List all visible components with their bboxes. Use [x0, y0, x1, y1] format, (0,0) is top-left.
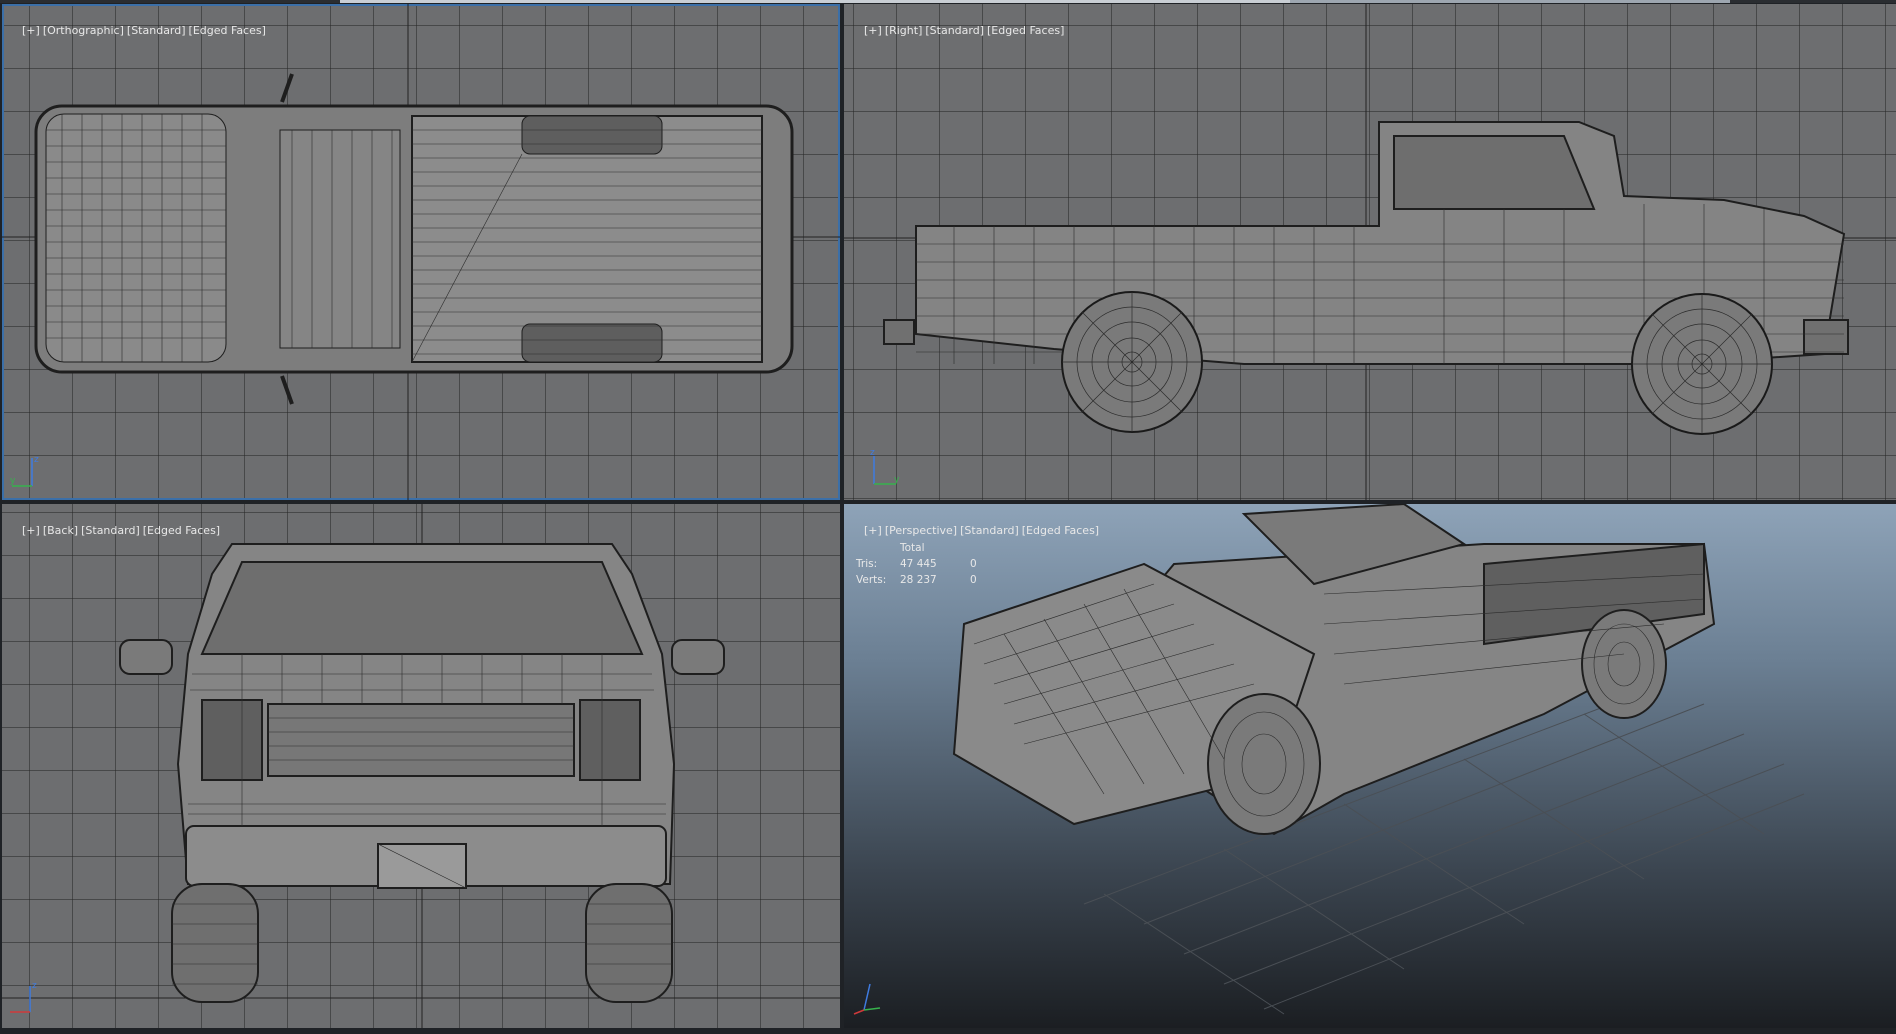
svg-text:z: z — [34, 455, 39, 465]
truck-perspective-wireframe — [952, 504, 1805, 1015]
truck-front-wireframe — [2, 504, 840, 1028]
axis-gizmo-icon: z — [8, 978, 48, 1022]
truck-top-wireframe — [2, 4, 840, 500]
axis-gizmo-icon — [850, 978, 884, 1022]
viewport-perspective[interactable]: [+] [Perspective] [Standard] [Edged Faces] … — [844, 504, 1896, 1028]
viewport-right[interactable]: [+] [Right] [Standard] [Edged Faces] zy — [844, 4, 1896, 500]
truck-side-wireframe — [844, 4, 1896, 500]
axis-gizmo-icon: zy — [8, 450, 42, 494]
tab-strip-highlight-2 — [1290, 0, 1730, 3]
axis-gizmo-icon: zy — [850, 446, 900, 494]
svg-text:z: z — [32, 981, 37, 991]
svg-text:z: z — [870, 448, 875, 458]
svg-text:y: y — [10, 476, 16, 486]
viewport-back[interactable]: [+] [Back] [Standard] [Edged Faces] z — [2, 504, 840, 1028]
viewport-top[interactable]: [+] [Orthographic] [Standard] [Edged Faces]… — [2, 4, 840, 500]
top-strip — [0, 0, 1896, 3]
tab-strip-highlight — [340, 0, 1340, 3]
svg-text:y: y — [894, 475, 900, 485]
